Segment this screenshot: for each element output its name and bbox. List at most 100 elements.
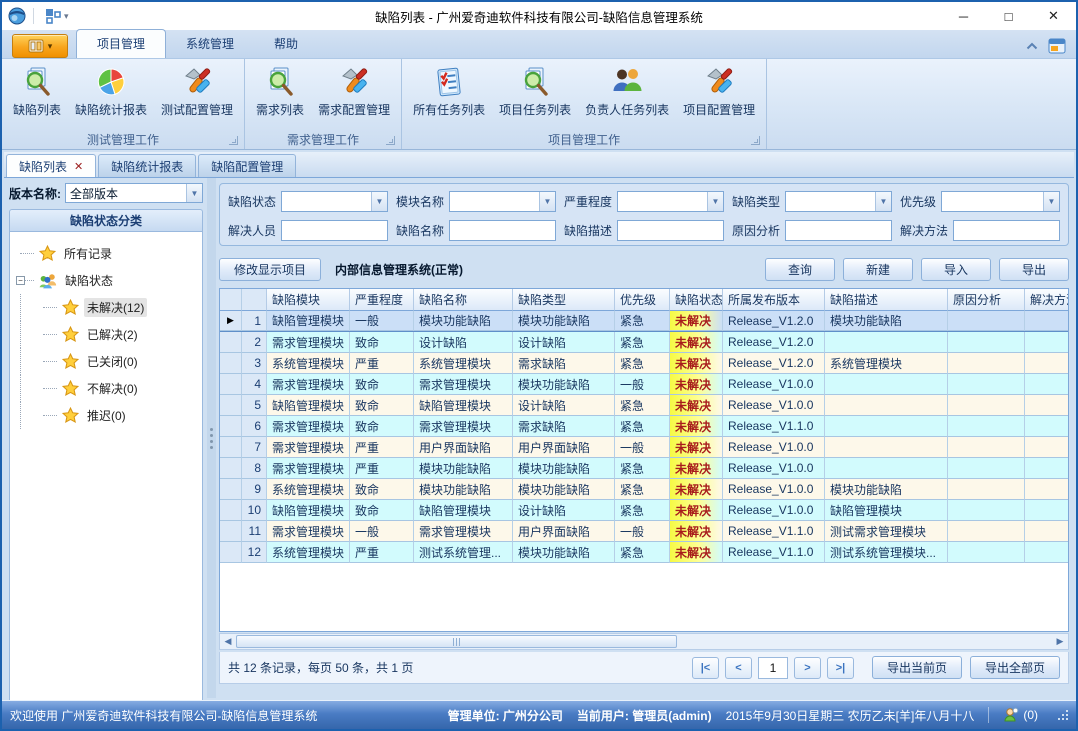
test-config-button[interactable]: 测试配置管理: [154, 61, 240, 121]
close-tab-icon[interactable]: ✕: [74, 160, 83, 173]
defect-list-button[interactable]: 缺陷列表: [6, 61, 68, 121]
table-row-8[interactable]: 8需求管理模块严重模块功能缺陷模块功能缺陷紧急未解决Release_V1.0.0: [220, 458, 1068, 479]
table-row-5[interactable]: 5缺陷管理模块致命缺陷管理模块设计缺陷紧急未解决Release_V1.0.0: [220, 395, 1068, 416]
cell-缺陷模块: 缺陷管理模块: [267, 395, 350, 416]
tree-item-0[interactable]: 所有记录: [20, 240, 198, 267]
first-page-button[interactable]: |<: [692, 657, 719, 679]
ribbon-tab-system[interactable]: 系统管理: [166, 30, 254, 58]
filter-input-原因分析[interactable]: [785, 220, 892, 241]
column-header-缺陷描述[interactable]: 缺陷描述: [825, 289, 948, 311]
requirement-list-button[interactable]: 需求列表: [249, 61, 311, 121]
dialog-launcher-icon[interactable]: [751, 136, 760, 145]
tree-item-1[interactable]: −缺陷状态: [20, 267, 198, 294]
cell-缺陷状态: 未解决: [670, 458, 723, 479]
dialog-launcher-icon[interactable]: [229, 136, 238, 145]
chevron-down-icon[interactable]: ▼: [1043, 192, 1059, 211]
chevron-down-icon: ▾: [64, 11, 69, 22]
filter-input-解决人员[interactable]: [281, 220, 388, 241]
table-row-7[interactable]: 7需求管理模块严重用户界面缺陷用户界面缺陷一般未解决Release_V1.0.0: [220, 437, 1068, 458]
filter-combo-严重程度[interactable]: ▼: [617, 191, 724, 212]
tree-item-2[interactable]: 未解决(12): [20, 294, 198, 321]
chevron-down-icon[interactable]: ▼: [539, 192, 555, 211]
scrollbar-thumb[interactable]: [236, 635, 677, 648]
filter-combo-缺陷类型[interactable]: ▼: [785, 191, 892, 212]
column-header-所属发布版本[interactable]: 所属发布版本: [723, 289, 825, 311]
cell-缺陷描述: 模块功能缺陷: [825, 479, 948, 500]
ribbon-tab-project[interactable]: 项目管理: [76, 29, 166, 58]
column-header-缺陷名称[interactable]: 缺陷名称: [414, 289, 513, 311]
import-button[interactable]: 导入: [921, 258, 991, 281]
tab-defect-report[interactable]: 缺陷统计报表: [98, 154, 196, 177]
application-menu-button[interactable]: ▾: [12, 34, 68, 58]
scroll-right-icon[interactable]: ▶: [1052, 634, 1068, 649]
person-status-icon[interactable]: [1003, 707, 1019, 723]
column-header-严重程度[interactable]: 严重程度: [350, 289, 414, 311]
column-header-缺陷模块[interactable]: 缺陷模块: [267, 289, 350, 311]
cell-所属发布版本: Release_V1.0.0: [723, 479, 825, 500]
table-row-1[interactable]: ▶1缺陷管理模块一般模块功能缺陷模块功能缺陷紧急未解决Release_V1.2.…: [220, 311, 1068, 332]
window-title: 缺陷列表 - 广州爱奇迪软件科技有限公司-缺陷信息管理系统: [2, 7, 1076, 26]
tools-icon: [338, 66, 370, 98]
page-number-input[interactable]: [758, 657, 788, 679]
requirement-config-button[interactable]: 需求配置管理: [311, 61, 397, 121]
tab-defect-config[interactable]: 缺陷配置管理: [198, 154, 296, 177]
table-row-11[interactable]: 11需求管理模块一般需求管理模块用户界面缺陷一般未解决Release_V1.1.…: [220, 521, 1068, 542]
project-config-button[interactable]: 项目配置管理: [676, 61, 762, 121]
tree-item-4[interactable]: 已关闭(0): [20, 348, 198, 375]
column-header-原因分析[interactable]: 原因分析: [948, 289, 1025, 311]
chevron-down-icon[interactable]: ▼: [186, 184, 202, 202]
tree-item-5[interactable]: 不解决(0): [20, 375, 198, 402]
resize-grip[interactable]: [1058, 710, 1068, 720]
table-row-9[interactable]: 9系统管理模块致命模块功能缺陷模块功能缺陷紧急未解决Release_V1.0.0…: [220, 479, 1068, 500]
export-current-page-button[interactable]: 导出当前页: [872, 656, 962, 679]
close-button[interactable]: ✕: [1031, 2, 1076, 30]
filter-combo-优先级[interactable]: ▼: [941, 191, 1060, 212]
export-button[interactable]: 导出: [999, 258, 1069, 281]
export-all-pages-button[interactable]: 导出全部页: [970, 656, 1060, 679]
scroll-left-icon[interactable]: ◀: [220, 634, 236, 649]
tree-item-6[interactable]: 推迟(0): [20, 402, 198, 429]
table-row-4[interactable]: 4需求管理模块致命需求管理模块模块功能缺陷一般未解决Release_V1.0.0: [220, 374, 1068, 395]
filter-input-缺陷描述[interactable]: [617, 220, 724, 241]
query-button[interactable]: 查询: [765, 258, 835, 281]
maximize-button[interactable]: □: [986, 2, 1031, 30]
all-tasks-button[interactable]: 所有任务列表: [406, 61, 492, 121]
chevron-down-icon[interactable]: ▼: [371, 192, 387, 211]
column-header-缺陷类型[interactable]: 缺陷类型: [513, 289, 615, 311]
table-row-3[interactable]: 3系统管理模块严重系统管理模块需求缺陷紧急未解决Release_V1.2.0系统…: [220, 353, 1068, 374]
chevron-down-icon[interactable]: ▼: [875, 192, 891, 211]
tree-item-3[interactable]: 已解决(2): [20, 321, 198, 348]
quick-access-toolbar-button[interactable]: ▾: [41, 6, 73, 26]
filter-input-缺陷名称[interactable]: [449, 220, 556, 241]
project-tasks-button[interactable]: 项目任务列表: [492, 61, 578, 121]
table-row-6[interactable]: 6需求管理模块致命需求管理模块需求缺陷紧急未解决Release_V1.1.0: [220, 416, 1068, 437]
prev-page-button[interactable]: <: [725, 657, 752, 679]
filter-combo-模块名称[interactable]: ▼: [449, 191, 556, 212]
collapse-ribbon-icon[interactable]: [1026, 42, 1038, 50]
owner-tasks-button[interactable]: 负责人任务列表: [578, 61, 676, 121]
tab-defect-list[interactable]: 缺陷列表 ✕: [6, 154, 96, 177]
chevron-down-icon[interactable]: ▼: [707, 192, 723, 211]
ribbon-tab-help[interactable]: 帮助: [254, 30, 318, 58]
cell-优先级: 一般: [615, 437, 670, 458]
column-header-解决方法[interactable]: 解决方法: [1025, 289, 1068, 311]
collapse-node-icon[interactable]: −: [16, 276, 25, 285]
version-combo[interactable]: 全部版本 ▼: [65, 183, 203, 203]
minimize-button[interactable]: ─: [941, 2, 986, 30]
column-header-优先级[interactable]: 优先级: [615, 289, 670, 311]
dialog-launcher-icon[interactable]: [386, 136, 395, 145]
splitter-handle[interactable]: [207, 178, 216, 698]
horizontal-scrollbar[interactable]: ◀ ▶: [219, 633, 1069, 650]
help-window-icon[interactable]: [1048, 38, 1066, 54]
filter-input-解决方法[interactable]: [953, 220, 1060, 241]
defect-report-button[interactable]: 缺陷统计报表: [68, 61, 154, 121]
table-row-2[interactable]: 2需求管理模块致命设计缺陷设计缺陷紧急未解决Release_V1.2.0: [220, 332, 1068, 353]
table-row-10[interactable]: 10缺陷管理模块致命缺陷管理模块设计缺陷紧急未解决Release_V1.0.0缺…: [220, 500, 1068, 521]
modify-columns-button[interactable]: 修改显示项目: [219, 258, 321, 281]
last-page-button[interactable]: >|: [827, 657, 854, 679]
column-header-缺陷状态[interactable]: 缺陷状态: [670, 289, 723, 311]
new-button[interactable]: 新建: [843, 258, 913, 281]
filter-combo-缺陷状态[interactable]: ▼: [281, 191, 388, 212]
next-page-button[interactable]: >: [794, 657, 821, 679]
table-row-12[interactable]: 12系统管理模块严重测试系统管理...模块功能缺陷紧急未解决Release_V1…: [220, 542, 1068, 563]
